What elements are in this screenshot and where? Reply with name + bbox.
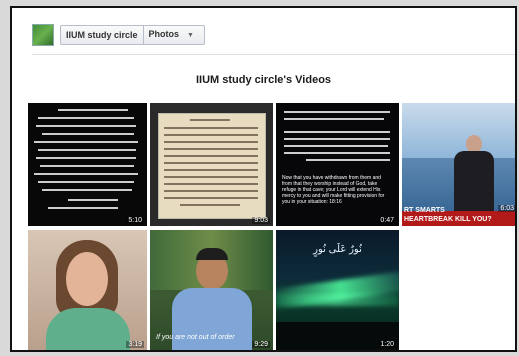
video-subtitle: If you are not out of order bbox=[156, 334, 235, 341]
video-arabic-title: نُورٌ عَلَى نُورٍ bbox=[313, 244, 362, 255]
breadcrumb: IIUM study circle Photos ▼ bbox=[32, 24, 205, 46]
video-duration: 6:03 bbox=[498, 205, 515, 212]
video-thumbnail[interactable]: If you are not out of order 9:29 bbox=[150, 230, 273, 350]
breadcrumb-bar: IIUM study circle Photos ▼ bbox=[60, 25, 205, 45]
page-avatar[interactable] bbox=[32, 24, 54, 46]
video-duration: 1:20 bbox=[378, 341, 396, 348]
video-duration: 9:03 bbox=[252, 217, 270, 224]
video-thumbnail[interactable]: Now that you have withdrawn from them an… bbox=[276, 103, 399, 226]
video-overlay-text: RT SMARTS bbox=[404, 207, 445, 214]
page-frame: IIUM study circle Photos ▼ IIUM study cir… bbox=[10, 6, 517, 352]
video-thumbnail[interactable]: RT SMARTS HEARTBREAK KILL YOU? 6:03 bbox=[402, 103, 515, 226]
video-caption: Now that you have withdrawn from them an… bbox=[282, 175, 385, 205]
video-duration: 3:19 bbox=[126, 341, 144, 348]
video-thumbnail[interactable]: 9:03 bbox=[150, 103, 273, 226]
page-title: IIUM study circle's Videos bbox=[195, 74, 332, 86]
video-overlay-text: HEARTBREAK KILL YOU? bbox=[404, 216, 492, 223]
section-dropdown[interactable]: Photos ▼ bbox=[144, 26, 204, 44]
video-thumbnail[interactable]: نُورٌ عَلَى نُورٍ 1:20 bbox=[276, 230, 399, 350]
section-label: Photos bbox=[148, 29, 180, 39]
video-duration: 5:10 bbox=[126, 217, 144, 224]
video-duration: 0:47 bbox=[378, 217, 396, 224]
video-duration: 9:29 bbox=[252, 341, 270, 348]
video-thumbnail[interactable]: 3:19 bbox=[28, 230, 147, 350]
chevron-down-icon: ▼ bbox=[187, 32, 194, 39]
video-thumbnail[interactable]: 5:10 bbox=[28, 103, 147, 226]
breadcrumb-page-link[interactable]: IIUM study circle bbox=[61, 27, 143, 43]
header-divider bbox=[32, 54, 515, 55]
